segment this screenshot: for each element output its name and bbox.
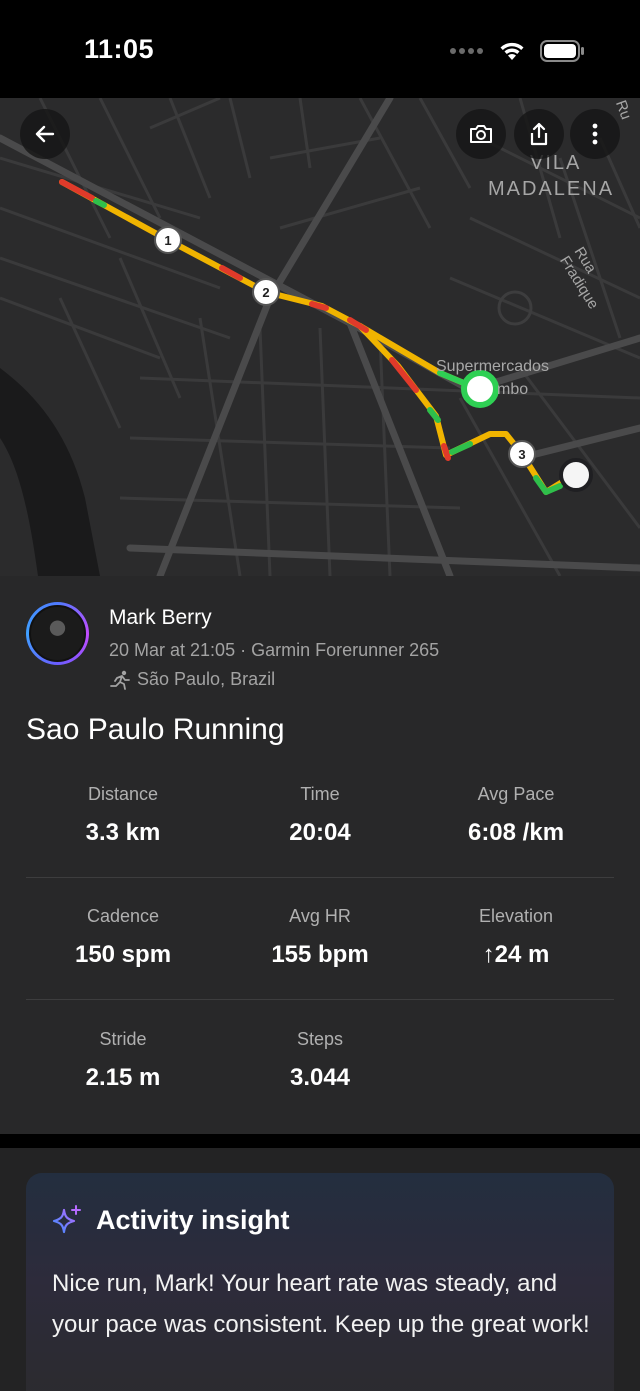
- signal-dots-icon: [450, 48, 483, 54]
- runner-icon: [110, 670, 130, 690]
- activity-location: São Paulo, Brazil: [109, 669, 275, 690]
- svg-text:3: 3: [518, 447, 525, 462]
- district-label-line2: MADALENA: [488, 178, 615, 200]
- sparkle-icon: [52, 1205, 81, 1234]
- insight-title: Activity insight: [96, 1205, 290, 1235]
- stat-value: 20:04: [289, 819, 351, 846]
- stat-value: ↑24 m: [482, 941, 550, 968]
- stat-avg-hr: Avg HR 155 bpm: [220, 906, 420, 969]
- activity-meta: 20 Mar at 21:05 · Garmin Forerunner 265: [109, 640, 440, 660]
- route-map[interactable]: 1 2 3 VILA MADALENA Supermercados mbo Ru…: [0, 98, 640, 576]
- stat-label: Elevation: [478, 906, 554, 926]
- stat-distance: Distance 3.3 km: [23, 784, 223, 847]
- km-marker-1[interactable]: 1: [154, 226, 182, 254]
- more-button[interactable]: [570, 109, 620, 159]
- status-icons: [450, 40, 584, 62]
- stat-label: Avg HR: [289, 906, 351, 926]
- back-button[interactable]: [20, 109, 70, 159]
- stat-stride: Stride 2.15 m: [23, 1029, 223, 1092]
- stat-steps: Steps 3.044: [220, 1029, 420, 1092]
- stat-value: 6:08 /km: [467, 819, 565, 846]
- stat-avg-pace: Avg Pace 6:08 /km: [416, 784, 616, 847]
- location-text: São Paulo, Brazil: [137, 669, 276, 689]
- insight-text: Nice run, Mark! Your heart rate was stea…: [52, 1270, 590, 1338]
- stat-label: Steps: [296, 1029, 344, 1049]
- stat-value: 3.3 km: [85, 819, 161, 846]
- avatar[interactable]: [26, 602, 89, 665]
- camera-icon: [470, 125, 492, 143]
- activity-title: Sao Paulo Running: [26, 713, 285, 746]
- arrow-left-icon: [35, 125, 55, 143]
- wifi-icon: [500, 42, 524, 60]
- km-marker-3[interactable]: 3: [508, 440, 536, 468]
- end-marker: [559, 458, 593, 492]
- poi-label-line2: mbo: [497, 381, 529, 398]
- stat-label: Time: [300, 784, 340, 804]
- status-time: 11:05: [84, 34, 155, 64]
- stat-cadence: Cadence 150 spm: [23, 906, 223, 969]
- stat-value: 2.15 m: [85, 1064, 161, 1091]
- share-icon: [530, 122, 548, 146]
- stats-divider: [26, 999, 614, 1000]
- user-name[interactable]: Mark Berry: [109, 606, 212, 630]
- stat-label: Stride: [99, 1029, 147, 1049]
- battery-icon: [540, 40, 584, 62]
- stats-divider: [26, 877, 614, 878]
- svg-text:2: 2: [262, 285, 269, 300]
- stat-label: Cadence: [86, 906, 160, 926]
- svg-text:1: 1: [164, 233, 171, 248]
- poi-label-line1: Supermercados: [436, 358, 549, 375]
- more-vertical-icon: [592, 123, 598, 145]
- stat-value: 3.044: [289, 1064, 351, 1091]
- km-marker-2[interactable]: 2: [252, 278, 280, 306]
- share-button[interactable]: [514, 109, 564, 159]
- stat-elevation: Elevation ↑24 m: [416, 906, 616, 969]
- status-bar: 11:05: [0, 0, 640, 98]
- stat-value: 155 bpm: [271, 941, 369, 968]
- stat-label: Distance: [87, 784, 159, 804]
- camera-button[interactable]: [456, 109, 506, 159]
- stat-time: Time 20:04: [220, 784, 420, 847]
- stat-value: 150 spm: [74, 941, 172, 968]
- stat-label: Avg Pace: [477, 784, 555, 804]
